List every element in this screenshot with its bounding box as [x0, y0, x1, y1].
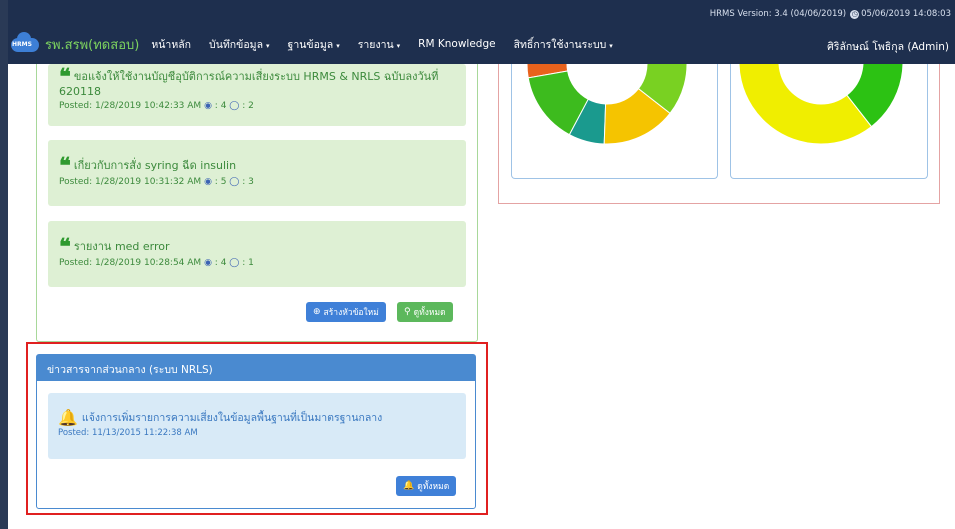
view-count: 5 [220, 177, 227, 187]
nav-label: สิทธิ์การใช้งานระบบ [513, 38, 607, 51]
view-count: 4 [220, 101, 227, 111]
news-panel: ❝ ขอแจ้งให้ใช้งานบัญชีอุบัติการณ์ความเสี่… [36, 64, 478, 342]
post-title[interactable]: ขอแจ้งให้ใช้งานบัญชีอุบัติการณ์ความเสี่ย… [59, 70, 438, 98]
datetime-text: 05/06/2019 14:08:03 [861, 9, 951, 19]
plus-circle-icon: ⊕ [313, 307, 321, 317]
post-date: Posted: 1/28/2019 10:31:32 AM [59, 177, 202, 187]
caret-down-icon: ▾ [336, 41, 340, 50]
nav-record-data[interactable]: บันทึกข้อมูล ▾ [209, 36, 269, 53]
post-date: Posted: 1/28/2019 10:42:33 AM [59, 101, 202, 111]
view-all-news-button[interactable]: 🔔 ดูทั้งหมด [396, 476, 457, 496]
notice-date: Posted: 11/13/2015 11:22:38 AM [58, 428, 198, 438]
eye-icon: ◉ [204, 177, 212, 187]
nav-label: หน้าหลัก [151, 38, 192, 51]
nav-database[interactable]: ฐานข้อมูล ▾ [288, 36, 340, 53]
hospital-name[interactable]: รพ.สรพ(ทดสอบ) [45, 34, 139, 55]
donut-chart [526, 64, 688, 145]
button-label: สร้างหัวข้อใหม่ [323, 308, 379, 318]
caret-down-icon: ▾ [609, 41, 613, 50]
chart-panel [498, 64, 940, 204]
quote-icon: ❝ [59, 153, 71, 179]
news-post[interactable]: ❝ ขอแจ้งให้ใช้งานบัญชีอุบัติการณ์ความเสี่… [48, 64, 466, 126]
comment-count: 3 [248, 177, 254, 187]
post-title-row: ❝ รายงาน med error [59, 236, 455, 258]
nav-label: ฐานข้อมูล [287, 38, 334, 51]
eye-icon: ◉ [204, 258, 212, 268]
eye-icon: ◉ [204, 101, 212, 111]
post-meta: Posted: 1/28/2019 10:42:33 AM ◉ : 4 ◯ : … [59, 101, 254, 111]
nav-rm-knowledge[interactable]: RM Knowledge [418, 38, 495, 50]
post-title-row: ❝ ขอแจ้งให้ใช้งานบัญชีอุบัติการณ์ความเสี่… [59, 66, 455, 98]
comment-count: 1 [248, 258, 254, 268]
chat-icon: ⚲ [404, 307, 411, 317]
nav-home[interactable]: หน้าหลัก [151, 36, 191, 53]
central-news-panel: ข่าวสารจากส่วนกลาง (ระบบ NRLS) 🔔 แจ้งการเ… [36, 354, 476, 509]
logo-text: HRMS [12, 41, 32, 48]
quote-icon: ❝ [59, 234, 71, 260]
caret-down-icon: ▾ [266, 41, 270, 50]
post-date: Posted: 1/28/2019 10:28:54 AM [59, 258, 202, 268]
comment-icon: ◯ [229, 177, 240, 187]
clock-icon: ◷ [850, 10, 860, 19]
left-edge [0, 0, 8, 529]
post-meta: Posted: 1/28/2019 10:31:32 AM ◉ : 5 ◯ : … [59, 177, 254, 187]
bell-icon: 🔔 [58, 408, 78, 427]
version-text: HRMS Version: 3.4 (04/06/2019) [709, 9, 847, 19]
post-title[interactable]: เกี่ยวกับการสั่ง syring ฉีด insulin [74, 159, 236, 172]
view-count: 4 [220, 258, 227, 268]
post-title[interactable]: รายงาน med error [74, 240, 170, 253]
panel-heading: ข่าวสารจากส่วนกลาง (ระบบ NRLS) [37, 355, 475, 381]
top-navbar: HRMS Version: 3.4 (04/06/2019) ◷ 05/06/201… [0, 0, 955, 64]
button-label: ดูทั้งหมด [417, 482, 450, 492]
view-all-posts-button[interactable]: ⚲ ดูทั้งหมด [397, 302, 453, 322]
caret-down-icon: ▾ [396, 41, 401, 50]
news-post[interactable]: ❝ รายงาน med error Posted: 1/28/2019 10:2… [48, 221, 466, 287]
hrms-logo[interactable]: HRMS [9, 32, 39, 54]
nav-permissions[interactable]: สิทธิ์การใช้งานระบบ ▾ [514, 36, 613, 53]
comment-count: 2 [248, 101, 254, 111]
chart-card [730, 64, 928, 179]
create-topic-button[interactable]: ⊕ สร้างหัวข้อใหม่ [306, 302, 386, 322]
notice-title[interactable]: แจ้งการเพิ่มรายการความเสี่ยงในข้อมูลพื้น… [82, 412, 382, 424]
button-label: ดูทั้งหมด [413, 308, 446, 318]
nav-label: RM Knowledge [418, 38, 496, 50]
donut-chart [738, 64, 904, 145]
news-notice[interactable]: 🔔 แจ้งการเพิ่มรายการความเสี่ยงในข้อมูลพื้… [48, 393, 466, 459]
nav-reports[interactable]: รายงาน ▾ [358, 36, 400, 53]
donut-slice[interactable] [738, 64, 873, 145]
post-title-row: ❝ เกี่ยวกับการสั่ง syring ฉีด insulin [59, 155, 455, 177]
comment-icon: ◯ [229, 101, 240, 111]
chart-card [511, 64, 718, 179]
nav-label: บันทึกข้อมูล [209, 38, 264, 51]
main-nav: HRMS รพ.สรพ(ทดสอบ) หน้าหลัก บันทึกข้อมูล… [9, 32, 631, 55]
post-meta: Posted: 1/28/2019 10:28:54 AM ◉ : 4 ◯ : … [59, 258, 254, 268]
bell-icon: 🔔 [403, 481, 415, 491]
notice-title-row: 🔔 แจ้งการเพิ่มรายการความเสี่ยงในข้อมูลพื้… [58, 408, 456, 427]
user-menu[interactable]: ศิริลักษณ์ โพธิกุล (Admin) [827, 38, 949, 55]
nav-label: รายงาน [357, 38, 394, 51]
news-post[interactable]: ❝ เกี่ยวกับการสั่ง syring ฉีด insulin Pos… [48, 140, 466, 206]
comment-icon: ◯ [229, 258, 240, 268]
version-info: HRMS Version: 3.4 (04/06/2019) ◷ 05/06/201… [710, 9, 951, 19]
